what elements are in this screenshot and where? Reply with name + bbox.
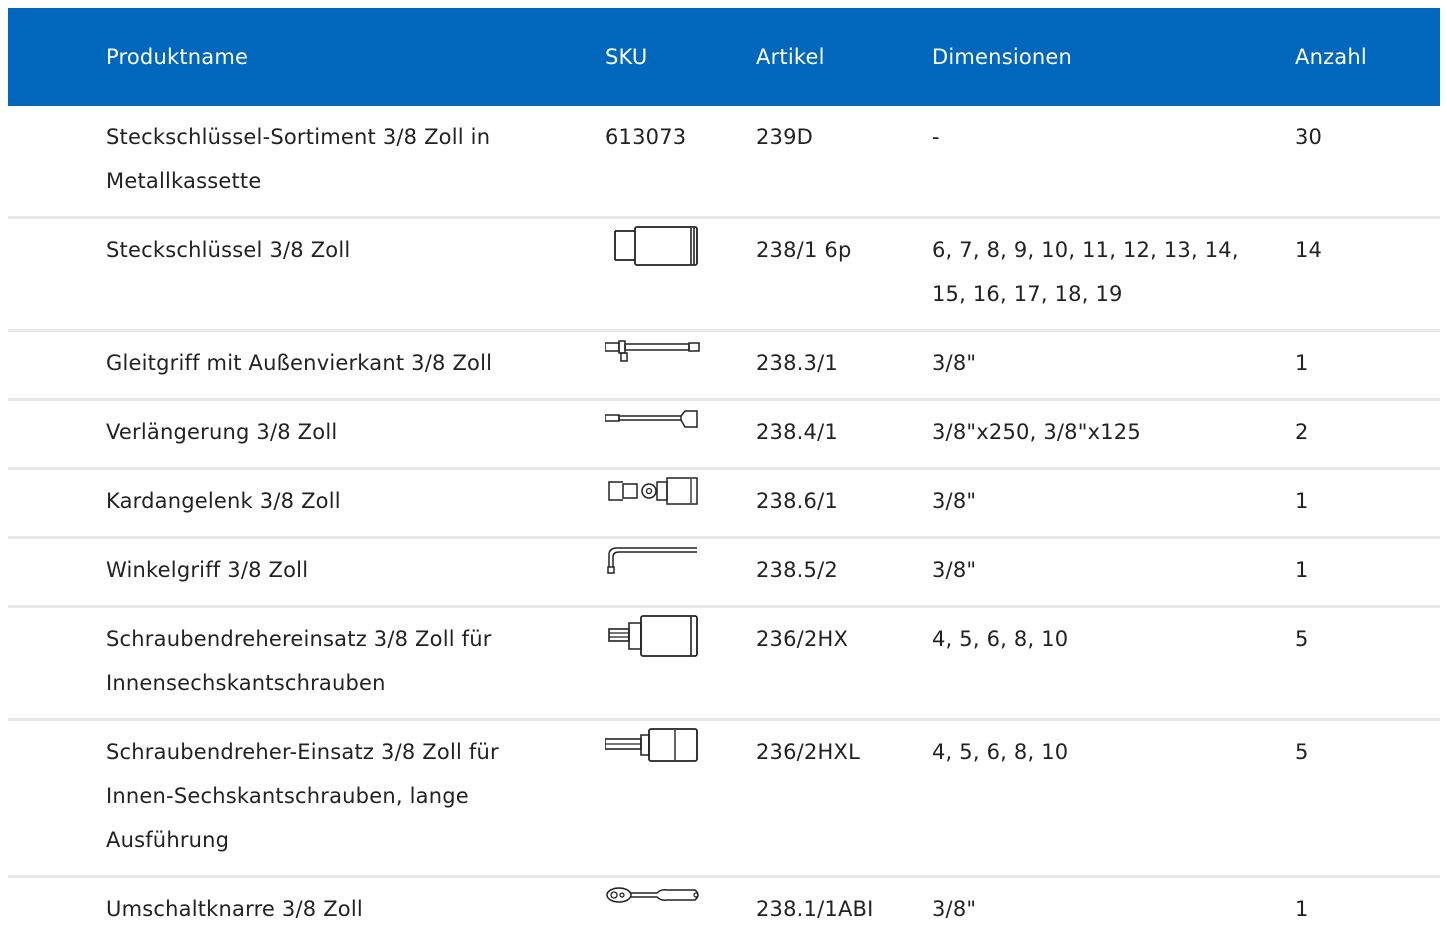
- product-dimensions: 3/8"x250, 3/8"x125: [932, 398, 1295, 469]
- product-sku: 613073: [605, 125, 687, 149]
- product-dimensions: 6, 7, 8, 9, 10, 11, 12, 13, 14, 15, 16, …: [932, 216, 1295, 331]
- table-row: Winkelgriff 3/8 Zoll 238.5/2 3/8" 1: [8, 536, 1440, 607]
- product-dimensions: 3/8": [932, 467, 1295, 538]
- product-name: Schraubendrehereinsatz 3/8 Zoll für Inne…: [8, 605, 605, 720]
- product-article: 238.6/1: [756, 467, 932, 538]
- product-sku-image: [605, 718, 756, 877]
- product-quantity: 1: [1295, 536, 1440, 607]
- table-row: Steckschlüssel-Sortiment 3/8 Zoll in Met…: [8, 106, 1440, 218]
- column-header-quantity[interactable]: Anzahl: [1295, 8, 1440, 106]
- universal-joint-icon: [605, 476, 756, 520]
- product-article: 238.3/1: [756, 329, 932, 400]
- long-hex-bit-socket-icon: [605, 727, 756, 771]
- product-dimensions: 3/8": [932, 536, 1295, 607]
- product-article: 236/2HX: [756, 605, 932, 720]
- socket-icon: [605, 225, 756, 269]
- product-dimensions: 3/8": [932, 329, 1295, 400]
- product-name: Gleitgriff mit Außenvierkant 3/8 Zoll: [8, 329, 605, 400]
- product-quantity: 30: [1295, 125, 1323, 149]
- product-name: Schraubendreher-Einsatz 3/8 Zoll für Inn…: [8, 718, 605, 877]
- hex-bit-socket-icon: [605, 614, 756, 658]
- table-row: Steckschlüssel 3/8 Zoll 238/1 6p 6, 7, 8…: [8, 216, 1440, 331]
- extension-bar-icon: [605, 407, 756, 451]
- table-row: Verlängerung 3/8 Zoll 238.4/1 3/8"x250, …: [8, 398, 1440, 469]
- table-row: Gleitgriff mit Außenvierkant 3/8 Zoll 23…: [8, 329, 1440, 400]
- product-quantity: 5: [1295, 718, 1440, 877]
- product-article: 238.5/2: [756, 536, 932, 607]
- product-sku-image: [605, 605, 756, 720]
- table-row: Schraubendrehereinsatz 3/8 Zoll für Inne…: [8, 605, 1440, 720]
- sliding-t-handle-icon: [605, 338, 756, 382]
- ratchet-icon: [605, 884, 756, 928]
- product-quantity: 5: [1295, 605, 1440, 720]
- product-sku-image: [605, 216, 756, 331]
- product-name: Umschaltknarre 3/8 Zoll: [8, 875, 605, 944]
- l-handle-icon: [605, 545, 756, 589]
- column-header-article[interactable]: Artikel: [756, 8, 932, 106]
- product-name: Kardangelenk 3/8 Zoll: [8, 467, 605, 538]
- table-row: Kardangelenk 3/8 Zoll 238.6/1 3/8" 1: [8, 467, 1440, 538]
- column-header-name[interactable]: Produktname: [8, 8, 605, 106]
- product-sku-image: [605, 875, 756, 944]
- product-quantity: 1: [1295, 329, 1440, 400]
- product-article: 238.1/1ABI: [756, 875, 932, 944]
- product-dimensions: 3/8": [932, 875, 1295, 944]
- table-header-row: Produktname SKU Artikel Dimensionen Anza…: [8, 8, 1440, 106]
- product-name: Steckschlüssel-Sortiment 3/8 Zoll in Met…: [106, 125, 491, 193]
- product-article: 239D: [756, 125, 814, 149]
- product-dimensions: 4, 5, 6, 8, 10: [932, 718, 1295, 877]
- product-name: Verlängerung 3/8 Zoll: [8, 398, 605, 469]
- product-table-container: Produktname SKU Artikel Dimensionen Anza…: [8, 8, 1440, 944]
- product-sku-image: [605, 467, 756, 538]
- product-article: 236/2HXL: [756, 718, 932, 877]
- product-name: Winkelgriff 3/8 Zoll: [8, 536, 605, 607]
- table-row: Umschaltknarre 3/8 Zoll 238.1/1ABI 3/8" …: [8, 875, 1440, 944]
- product-name: Steckschlüssel 3/8 Zoll: [8, 216, 605, 331]
- product-sku-image: [605, 536, 756, 607]
- product-quantity: 1: [1295, 467, 1440, 538]
- product-article: 238/1 6p: [756, 216, 932, 331]
- product-sku-image: [605, 398, 756, 469]
- product-quantity: 1: [1295, 875, 1440, 944]
- product-quantity: 14: [1295, 216, 1440, 331]
- table-row: Schraubendreher-Einsatz 3/8 Zoll für Inn…: [8, 718, 1440, 877]
- product-article: 238.4/1: [756, 398, 932, 469]
- column-header-dimensions[interactable]: Dimensionen: [932, 8, 1295, 106]
- product-quantity: 2: [1295, 398, 1440, 469]
- product-dimensions: -: [932, 125, 940, 149]
- product-table: Produktname SKU Artikel Dimensionen Anza…: [8, 8, 1440, 944]
- product-sku-image: [605, 329, 756, 400]
- product-dimensions: 4, 5, 6, 8, 10: [932, 605, 1295, 720]
- column-header-sku[interactable]: SKU: [605, 8, 756, 106]
